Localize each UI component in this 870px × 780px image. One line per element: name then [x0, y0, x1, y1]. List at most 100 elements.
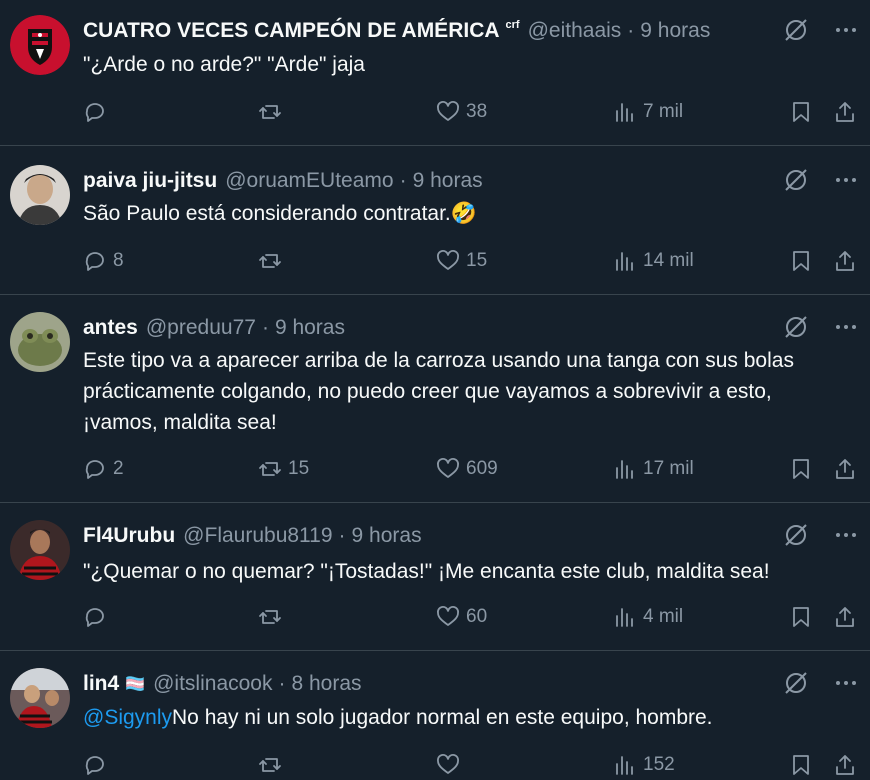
reply-button[interactable] [83, 750, 113, 780]
bookmark-icon [793, 607, 809, 627]
user-handle[interactable]: @Flaurubu8119 [183, 524, 332, 548]
bookmark-button[interactable] [789, 602, 813, 632]
views-button[interactable]: 17 mil [613, 454, 694, 484]
grok-icon[interactable] [782, 313, 810, 341]
share-button[interactable] [833, 454, 857, 484]
separator-dot: · [261, 316, 269, 339]
timestamp[interactable]: 9 horas [413, 169, 483, 193]
separator-dot: · [399, 169, 407, 192]
retweet-icon [259, 105, 281, 119]
views-button[interactable]: 152 [613, 750, 675, 780]
reply-button[interactable] [83, 602, 113, 632]
tweet[interactable]: CUATRO VECES CAMPEÓN DE AMÉRICA crf @eit… [0, 0, 870, 146]
timestamp[interactable]: 8 horas [291, 672, 361, 696]
retweet-icon [259, 254, 281, 268]
display-name[interactable]: CUATRO VECES CAMPEÓN DE AMÉRICA [83, 19, 500, 43]
grok-icon[interactable] [782, 16, 810, 44]
like-count: 60 [466, 606, 488, 627]
tweet-text: @SigynlyNo hay ni un solo jugador normal… [83, 702, 850, 733]
retweet-button[interactable]: 15 [258, 454, 309, 484]
share-button[interactable] [833, 97, 857, 127]
more-icon[interactable] [832, 166, 860, 194]
views-button[interactable]: 14 mil [613, 246, 694, 276]
tweet[interactable]: antes @preduu77 · 9 horas Este tipo va a… [0, 295, 870, 503]
grok-icon[interactable] [782, 166, 810, 194]
views-icon [616, 460, 633, 479]
share-icon [836, 459, 854, 479]
user-handle[interactable]: @preduu77 [146, 316, 256, 340]
bookmark-icon [793, 755, 809, 775]
views-button[interactable]: 4 mil [613, 602, 683, 632]
view-count: 17 mil [643, 458, 694, 479]
timestamp[interactable]: 9 horas [352, 524, 422, 548]
share-button[interactable] [833, 246, 857, 276]
views-icon [616, 252, 633, 271]
share-button[interactable] [833, 750, 857, 780]
timestamp[interactable]: 9 horas [640, 19, 710, 43]
view-count: 152 [643, 754, 675, 775]
display-name[interactable]: paiva jiu-jitsu [83, 169, 217, 193]
tweet-text-line: @SigynlyNo hay ni un solo jugador normal… [83, 702, 850, 733]
tweet-text: São Paulo está considerando contratar.🤣 [83, 198, 850, 229]
bookmark-button[interactable] [789, 246, 813, 276]
tweet[interactable]: lin4 🏳️‍⚧️ @itslinacook · 8 horas @Sigyn… [0, 651, 870, 778]
reply-button[interactable]: 2 [83, 454, 124, 484]
retweet-button[interactable] [258, 246, 288, 276]
grok-icon[interactable] [782, 669, 810, 697]
tweet-text-line: ¡vamos, maldita sea! [83, 411, 277, 434]
mention-link[interactable]: @Sigynly [83, 706, 172, 729]
grok-icon[interactable] [782, 521, 810, 549]
share-icon [836, 102, 854, 122]
share-button[interactable] [833, 602, 857, 632]
separator-dot: · [627, 19, 635, 42]
bookmark-button[interactable] [789, 454, 813, 484]
bookmark-button[interactable] [789, 97, 813, 127]
more-icon[interactable] [832, 669, 860, 697]
avatar[interactable] [10, 312, 70, 372]
like-button[interactable]: 60 [436, 602, 487, 632]
view-count: 14 mil [643, 250, 694, 271]
tweet-text-line: Este tipo va a aparecer arriba de la car… [83, 349, 794, 372]
like-button[interactable]: 609 [436, 454, 498, 484]
bookmark-icon [793, 102, 809, 122]
bookmark-icon [793, 459, 809, 479]
user-handle[interactable]: @oruamEUteamo [225, 169, 393, 193]
reply-button[interactable]: 8 [83, 246, 124, 276]
avatar[interactable] [10, 520, 70, 580]
retweet-icon [259, 462, 281, 476]
like-icon [437, 754, 459, 774]
like-icon [437, 458, 459, 478]
display-name[interactable]: Fl4Urubu [83, 524, 175, 548]
more-icon[interactable] [832, 313, 860, 341]
reply-icon [85, 103, 104, 122]
user-handle[interactable]: @itslinacook [153, 672, 272, 696]
retweet-button[interactable] [258, 602, 288, 632]
name-badge: crf [505, 19, 520, 31]
tweet-actions: 152 [83, 750, 863, 780]
avatar[interactable] [10, 165, 70, 225]
share-icon [836, 251, 854, 271]
timestamp[interactable]: 9 horas [275, 316, 345, 340]
tweet-actions: 2 15 609 17 mil [83, 454, 863, 484]
more-icon[interactable] [832, 521, 860, 549]
like-button[interactable]: 15 [436, 246, 487, 276]
tweet[interactable]: Fl4Urubu @Flaurubu8119 · 9 horas "¿Quema… [0, 503, 870, 651]
like-icon [437, 606, 459, 626]
like-icon [437, 101, 459, 121]
views-button[interactable]: 7 mil [613, 97, 683, 127]
bookmark-button[interactable] [789, 750, 813, 780]
user-handle[interactable]: @eithaais [528, 19, 622, 43]
tweet-text-line: São Paulo está considerando contratar.🤣 [83, 202, 477, 225]
display-name[interactable]: lin4 [83, 672, 119, 696]
reply-button[interactable] [83, 97, 113, 127]
avatar[interactable] [10, 668, 70, 728]
more-icon[interactable] [832, 16, 860, 44]
retweet-button[interactable] [258, 97, 288, 127]
tweet[interactable]: paiva jiu-jitsu @oruamEUteamo · 9 horas … [0, 146, 870, 295]
retweet-button[interactable] [258, 750, 288, 780]
display-name[interactable]: antes [83, 316, 138, 340]
avatar[interactable] [10, 15, 70, 75]
like-count: 15 [466, 250, 488, 271]
like-button[interactable] [436, 750, 466, 780]
like-button[interactable]: 38 [436, 97, 487, 127]
